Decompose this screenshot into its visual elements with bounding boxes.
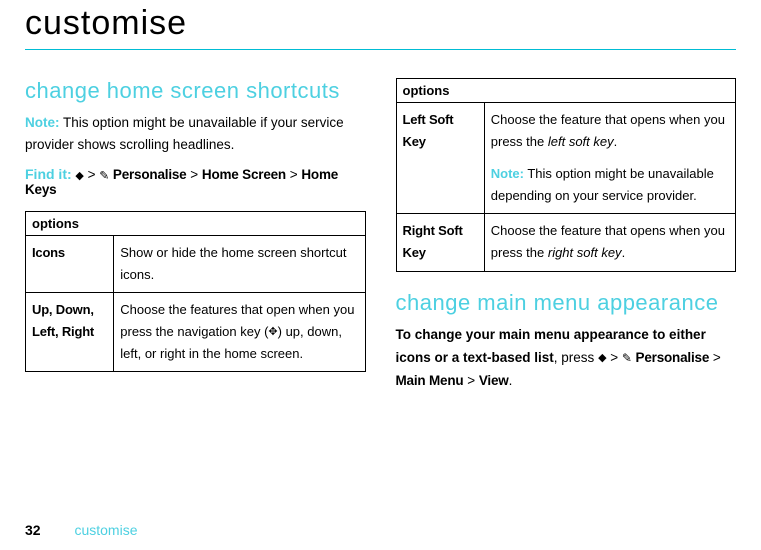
main-menu-paragraph: To change your main menu appearance to e… bbox=[396, 324, 737, 393]
table-row: Left Soft Key Choose the feature that op… bbox=[396, 103, 736, 214]
period: . bbox=[509, 373, 513, 388]
table-header: options bbox=[396, 79, 736, 103]
para-mid: , press bbox=[554, 350, 598, 365]
row-label-left-soft: Left Soft Key bbox=[396, 103, 484, 214]
tools-icon: ✎ bbox=[622, 351, 632, 365]
table-header-row: options bbox=[26, 212, 366, 236]
path-gt1: > bbox=[84, 167, 99, 182]
italic-left-soft-key: left soft key bbox=[548, 134, 614, 149]
content-columns: change home screen shortcuts Note: This … bbox=[25, 78, 736, 393]
path-personalise: Personalise bbox=[109, 167, 186, 182]
path-main-menu: Main Menu bbox=[396, 373, 464, 388]
note-label: Note: bbox=[491, 166, 524, 181]
right-column: options Left Soft Key Choose the feature… bbox=[396, 78, 737, 393]
page-footer: 32 customise bbox=[25, 522, 138, 538]
options-table-right: options Left Soft Key Choose the feature… bbox=[396, 78, 737, 272]
table-header: options bbox=[26, 212, 366, 236]
path-view: View bbox=[479, 373, 509, 388]
desc-post: . bbox=[614, 134, 618, 149]
note-paragraph: Note: This option might be unavailable i… bbox=[25, 112, 366, 155]
table-row: Icons Show or hide the home screen short… bbox=[26, 236, 366, 293]
desc-post: . bbox=[622, 245, 626, 260]
center-key-icon: ◆ bbox=[75, 170, 83, 182]
path-gt3: > bbox=[286, 167, 301, 182]
path-gt2: > bbox=[709, 350, 721, 365]
row-label-directions: Up, Down, Left, Right bbox=[26, 293, 114, 372]
row-desc-right-soft: Choose the feature that opens when you p… bbox=[484, 214, 735, 271]
row-label-right-soft: Right Soft Key bbox=[396, 214, 484, 271]
path-gt1: > bbox=[607, 350, 622, 365]
title-divider bbox=[25, 49, 736, 50]
page-title: customise bbox=[25, 4, 736, 43]
section-heading-shortcuts: change home screen shortcuts bbox=[25, 78, 366, 104]
path-home-screen: Home Screen bbox=[202, 167, 286, 182]
note-text: This option might be unavailable dependi… bbox=[491, 166, 714, 203]
row-desc-directions: Choose the features that open when you p… bbox=[114, 293, 365, 372]
note-label: Note: bbox=[25, 115, 60, 130]
tools-icon: ✎ bbox=[99, 168, 109, 182]
center-key-icon: ◆ bbox=[598, 352, 606, 364]
note-text: This option might be unavailable if your… bbox=[25, 115, 344, 152]
path-gt3: > bbox=[463, 373, 478, 388]
path-gt2: > bbox=[187, 167, 202, 182]
find-it-line: Find it: ◆ > ✎ Personalise > Home Screen… bbox=[25, 166, 366, 197]
nav-key-icon: ✥ bbox=[268, 327, 277, 339]
options-table-left: options Icons Show or hide the home scre… bbox=[25, 211, 366, 372]
left-column: change home screen shortcuts Note: This … bbox=[25, 78, 366, 393]
path-personalise: Personalise bbox=[632, 350, 709, 365]
row-desc-icons: Show or hide the home screen shortcut ic… bbox=[114, 236, 365, 293]
table-row: Right Soft Key Choose the feature that o… bbox=[396, 214, 736, 271]
footer-section-label: customise bbox=[74, 522, 137, 538]
row-desc-left-soft: Choose the feature that opens when you p… bbox=[484, 103, 735, 214]
italic-right-soft-key: right soft key bbox=[548, 245, 622, 260]
find-it-label: Find it: bbox=[25, 166, 72, 182]
table-row: Up, Down, Left, Right Choose the feature… bbox=[26, 293, 366, 372]
section-heading-main-menu: change main menu appearance bbox=[396, 290, 737, 316]
row-label-icons: Icons bbox=[26, 236, 114, 293]
page-number: 32 bbox=[25, 522, 41, 538]
table-header-row: options bbox=[396, 79, 736, 103]
